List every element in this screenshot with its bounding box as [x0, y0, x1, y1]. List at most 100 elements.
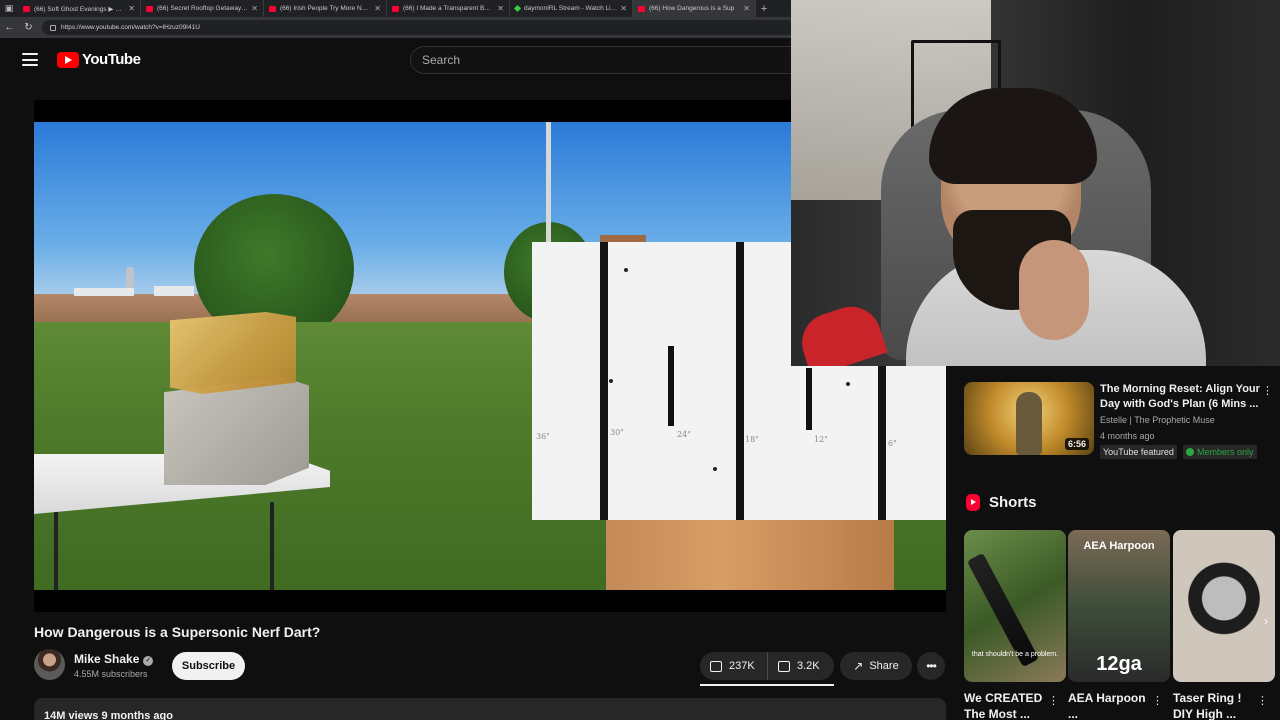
search-input[interactable]: Search: [410, 46, 800, 74]
distance-marker: 18": [745, 435, 759, 444]
dart-hole: [846, 382, 850, 386]
short-thumbnail[interactable]: [1173, 530, 1275, 682]
kebab-menu-icon[interactable]: ⋮: [1257, 694, 1268, 707]
farm-building: [154, 286, 194, 296]
tab-close-icon[interactable]: ✕: [620, 4, 627, 13]
board-divider: [736, 242, 744, 520]
like-button[interactable]: 237K: [700, 652, 768, 680]
hamburger-menu-icon[interactable]: [22, 53, 38, 66]
thumbs-up-icon: [710, 660, 722, 672]
browser-tab[interactable]: (66) Secret Rooftop Getaway With ✕: [141, 0, 264, 17]
browser-tab[interactable]: (66) Irish People Try More NEW F ✕: [264, 0, 387, 17]
distance-marker: 36": [536, 432, 550, 441]
share-button[interactable]: ↗ Share: [840, 652, 912, 680]
chevron-right-icon[interactable]: ›: [1264, 614, 1268, 628]
members-icon: [1186, 448, 1194, 456]
search-placeholder: Search: [422, 53, 461, 67]
shorts-header: Shorts: [966, 494, 1037, 511]
short-caption-top: AEA Harpoon: [1083, 540, 1155, 552]
url-field[interactable]: https://www.youtube.com/watch?v=lHzuz09I…: [42, 20, 802, 35]
dart-hole: [713, 467, 717, 471]
youtube-favicon-icon: [638, 5, 645, 12]
tab-close-icon[interactable]: ✕: [251, 4, 258, 13]
short-title[interactable]: AEA Harpoon ...: [1068, 690, 1156, 720]
logo-text: YouTube: [82, 51, 141, 68]
short-thumbnail[interactable]: that shouldn't be a problem.: [964, 530, 1066, 682]
lock-icon: [50, 24, 56, 31]
kebab-menu-icon[interactable]: ⋮: [1262, 384, 1273, 397]
members-badge-label: Members only: [1197, 447, 1254, 457]
browser-tab[interactable]: (66) Soft Ghost Evenings ▶ Lofi B ✕: [18, 0, 141, 17]
like-count: 237K: [729, 660, 755, 672]
cinder-block: [164, 377, 309, 485]
table-legs: [54, 502, 274, 590]
dart-slot: [806, 368, 812, 430]
browser-tab[interactable]: (66) I Made a Transparent Boome ✕: [387, 0, 510, 17]
description-box[interactable]: 14M views 9 months ago: [34, 698, 946, 720]
tab-label: (66) How Dangerous is a Sup: [649, 5, 735, 12]
video-duration: 6:56: [1064, 438, 1089, 450]
tab-close-icon[interactable]: ✕: [743, 4, 750, 13]
recommended-thumbnail[interactable]: 6:56: [964, 382, 1094, 455]
kick-favicon-icon: [513, 4, 522, 13]
screen: ▣ (66) Soft Ghost Evenings ▶ Lofi B ✕ (6…: [0, 0, 1280, 720]
red-chair-accent: [794, 299, 888, 366]
like-dislike-group: 237K 3.2K: [700, 652, 834, 680]
short-thumbnail[interactable]: AEA Harpoon 12ga: [1068, 530, 1170, 682]
shorts-heading: Shorts: [989, 494, 1037, 511]
youtube-play-icon: [57, 51, 79, 68]
dislike-count: 3.2K: [797, 660, 820, 672]
tab-close-icon[interactable]: ✕: [128, 4, 135, 13]
more-actions-button[interactable]: •••: [917, 652, 945, 680]
kebab-menu-icon[interactable]: ⋮: [1048, 694, 1059, 707]
url-text: https://www.youtube.com/watch?v=lHzuz09I…: [61, 24, 200, 31]
tab-close-icon[interactable]: ✕: [374, 4, 381, 13]
short-title[interactable]: Taser Ring ! DIY High ...: [1173, 690, 1261, 720]
verified-check-icon: ✓: [143, 656, 154, 666]
distance-marker: 24": [677, 430, 691, 439]
subscriber-count: 4.55M subscribers: [74, 669, 148, 679]
dislike-button[interactable]: 3.2K: [768, 652, 820, 680]
kebab-menu-icon[interactable]: ⋮: [1152, 694, 1163, 707]
dart-slot: [668, 346, 674, 426]
short-caption-big: 12ga: [1096, 653, 1142, 675]
view-count-and-date: 14M views 9 months ago: [44, 710, 173, 720]
tab-label: daymonIRL Stream - Watch Live o: [524, 5, 618, 12]
share-arrow-icon: ↗: [853, 659, 864, 673]
browser-tab-active[interactable]: (66) How Dangerous is a Sup ✕: [633, 0, 756, 17]
channel-avatar[interactable]: [34, 649, 65, 680]
browser-tab[interactable]: daymonIRL Stream - Watch Live o ✕: [510, 0, 633, 17]
thumbnail-figure: [1016, 392, 1042, 455]
youtube-favicon-icon: [146, 5, 153, 12]
tab-label: (66) Soft Ghost Evenings ▶ Lofi B: [34, 5, 126, 13]
wood-stand: [606, 514, 894, 590]
utility-pole: [546, 122, 551, 252]
reload-icon[interactable]: ↻: [19, 22, 38, 33]
video-title: How Dangerous is a Supersonic Nerf Dart?: [34, 624, 321, 640]
featured-badge: YouTube featured: [1100, 445, 1177, 459]
farm-building: [74, 288, 134, 296]
ballistic-gel-block: [170, 312, 296, 394]
back-arrow-icon[interactable]: ←: [0, 22, 19, 33]
tab-close-icon[interactable]: ✕: [497, 4, 504, 13]
subscribe-button[interactable]: Subscribe: [172, 652, 245, 680]
members-only-badge: Members only: [1183, 445, 1257, 459]
board-divider: [600, 242, 608, 520]
recommended-age: 4 months ago: [1100, 431, 1155, 441]
player-letterbox: [34, 590, 946, 612]
tab-menu-icon[interactable]: ▣: [0, 0, 18, 17]
tab-label: (66) Irish People Try More NEW F: [280, 5, 372, 12]
share-label: Share: [869, 660, 899, 672]
recommended-title[interactable]: The Morning Reset: Align Your Day with G…: [1100, 382, 1260, 412]
youtube-favicon-icon: [392, 5, 399, 12]
channel-name-row[interactable]: Mike Shake ✓: [74, 652, 154, 666]
channel-name[interactable]: Mike Shake: [74, 652, 139, 666]
recommended-channel[interactable]: Estelle | The Prophetic Muse: [1100, 415, 1215, 425]
streamer-hair: [929, 88, 1097, 184]
new-tab-icon[interactable]: +: [756, 3, 772, 15]
youtube-logo[interactable]: YouTube: [57, 51, 141, 68]
distance-marker: 6": [888, 439, 897, 448]
short-title[interactable]: We CREATED The Most ...: [964, 690, 1052, 720]
short-caption: that shouldn't be a problem.: [971, 651, 1059, 658]
dart-hole: [624, 268, 628, 272]
